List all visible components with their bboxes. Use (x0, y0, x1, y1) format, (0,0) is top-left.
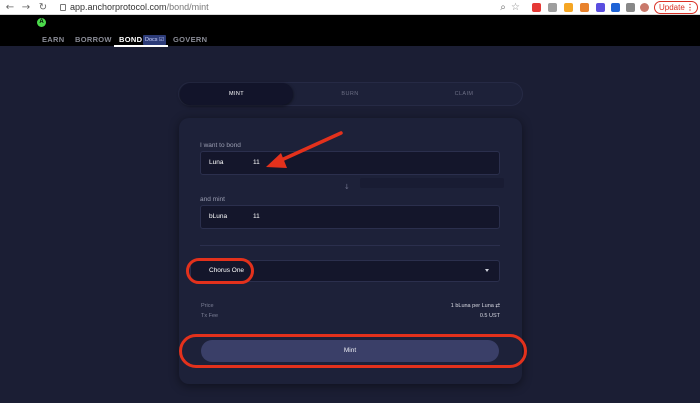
annotation-arrow-icon (266, 131, 343, 168)
